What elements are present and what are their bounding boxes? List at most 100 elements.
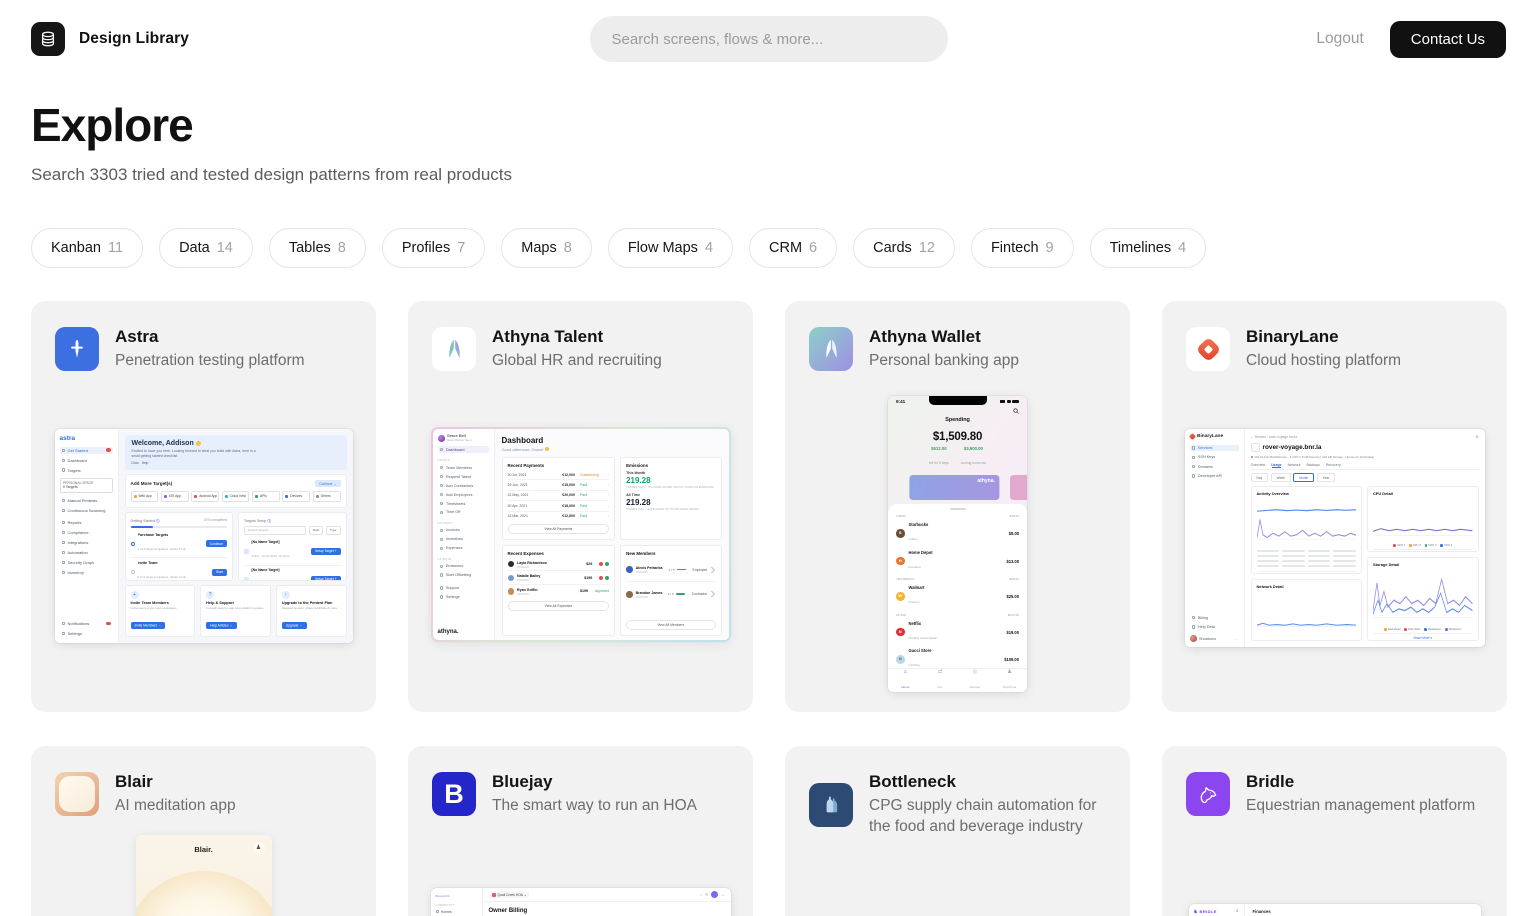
contact-us-button[interactable]: Contact Us xyxy=(1390,21,1506,58)
app-title: Bridle xyxy=(1246,772,1475,792)
app-card-blair[interactable]: Blair AI meditation app Blair. ♟ xyxy=(31,746,376,916)
app-card-athyna-wallet[interactable]: Athyna Wallet Personal banking app 9:41 … xyxy=(785,301,1130,712)
app-title: Bottleneck xyxy=(869,772,1106,792)
astra-thumbnail: astra Get Started Dashboard Targets PERS… xyxy=(55,429,353,643)
app-card-bluejay[interactable]: B Bluejay The smart way to run an HOA Bl… xyxy=(408,746,753,916)
filter-chip-fintech[interactable]: Fintech 9 xyxy=(971,228,1074,268)
filter-count: 12 xyxy=(919,240,935,256)
tab-pay: ⇄Pay xyxy=(923,669,958,693)
athyna-wallet-thumbnail: 9:41 Spending $1,509.80 $512.00left for … xyxy=(888,396,1027,692)
filter-chip-crm[interactable]: CRM 6 xyxy=(749,228,837,268)
app-card-bottleneck[interactable]: Bottleneck CPG supply chain automation f… xyxy=(785,746,1130,916)
filter-label: Cards xyxy=(873,240,912,256)
filter-count: 14 xyxy=(217,240,233,256)
app-title: BinaryLane xyxy=(1246,327,1401,347)
activity-stats xyxy=(1257,549,1357,569)
filter-label: Maps xyxy=(521,240,556,256)
search-icon xyxy=(1013,408,1019,414)
page-title: Explore xyxy=(31,98,1506,152)
top-bar: Design Library Logout Contact Us xyxy=(0,0,1537,78)
filter-chip-profiles[interactable]: Profiles7 xyxy=(382,228,485,268)
app-title: Bluejay xyxy=(492,772,697,792)
app-description: The smart way to run an HOA xyxy=(492,795,697,816)
secondary-card xyxy=(1010,475,1027,500)
page-subtitle: Search 3303 tried and tested design patt… xyxy=(31,165,1506,185)
binarylane-thumbnail: BinaryLane Services SSH Keys Domains Dev… xyxy=(1185,429,1485,647)
transactions-sheet: TODAY$18.00 SStarbucksCoffee$5.00 HHome … xyxy=(888,504,1027,692)
profile-icon: ♟ xyxy=(992,669,1027,675)
avatar xyxy=(711,891,718,898)
filter-label: Flow Maps xyxy=(628,240,698,256)
filter-label: CRM xyxy=(769,240,802,256)
filter-chip-data[interactable]: Data 14 xyxy=(159,228,253,268)
tab-manage: ◎Manage xyxy=(958,669,993,693)
filter-chips: Kanban11 Data14 Tables8 Profiles7 Maps8 … xyxy=(0,228,1537,268)
filter-chip-timelines[interactable]: Timelines4 xyxy=(1090,228,1207,268)
app-description: Equestrian management platform xyxy=(1246,795,1475,816)
filter-chip-kanban[interactable]: Kanban 11 xyxy=(31,228,143,268)
app-description: Cloud hosting platform xyxy=(1246,350,1401,371)
bluejay-thumbnail: BluejayHOA COMMUNITY Homes Quail Creek H… xyxy=(431,888,731,916)
filter-chip-tables[interactable]: Tables8 xyxy=(269,228,366,268)
filter-chip-flow-maps[interactable]: Flow Maps 4 xyxy=(608,228,733,268)
app-card-binarylane[interactable]: BinaryLane Cloud hosting platform Binary… xyxy=(1162,301,1507,712)
app-card-grid: Astra Penetration testing platform astra… xyxy=(31,301,1506,916)
wallet-tab-bar: ⌂Home ⇄Pay ◎Manage ♟MyAthyna xyxy=(888,668,1027,692)
tab-myathyna: ♟MyAthyna xyxy=(992,669,1027,693)
astra-app-icon xyxy=(55,327,99,371)
app-title: Astra xyxy=(115,327,305,347)
app-description: AI meditation app xyxy=(115,795,236,816)
filter-count: 9 xyxy=(1046,240,1054,256)
app-title: Blair xyxy=(115,772,236,792)
bell-icon: ○ xyxy=(700,893,702,897)
filter-count: 6 xyxy=(809,240,817,256)
brand-name: Design Library xyxy=(79,30,189,48)
astra-thumb-sidebar: astra Get Started Dashboard Targets PERS… xyxy=(55,429,119,643)
filter-label: Data xyxy=(179,240,210,256)
athyna-wallet-app-icon xyxy=(809,327,853,371)
search-input[interactable] xyxy=(590,16,948,62)
app-title: Athyna Talent xyxy=(492,327,662,347)
bottleneck-app-icon xyxy=(809,783,853,827)
app-title: Athyna Wallet xyxy=(869,327,1019,347)
app-card-bridle[interactable]: Bridle Equestrian management platform ♞ … xyxy=(1162,746,1507,916)
blair-app-icon xyxy=(55,772,99,816)
app-description: Personal banking app xyxy=(869,350,1019,371)
app-card-athyna-talent[interactable]: Athyna Talent Global HR and recruiting G… xyxy=(408,301,753,712)
talent-thumb-main: Dashboard Good afternoon, Grace! Recent … xyxy=(495,429,729,640)
app-description: Penetration testing platform xyxy=(115,350,305,371)
binarylane-thumb-main: ← Servers / rover-voyage.bnr.la⚙ rover-v… xyxy=(1245,429,1485,647)
brand[interactable]: Design Library xyxy=(31,22,189,56)
athyna-talent-app-icon xyxy=(432,327,476,371)
home-icon: ⌂ xyxy=(888,669,923,675)
athyna-card: athyna. xyxy=(909,475,999,500)
manage-icon: ◎ xyxy=(958,669,993,675)
bluejay-app-icon: B xyxy=(432,772,476,816)
design-library-logo-icon xyxy=(31,22,65,56)
pay-icon: ⇄ xyxy=(923,669,958,675)
filter-label: Fintech xyxy=(991,240,1039,256)
phone-notch xyxy=(929,396,987,405)
profile-icon: ♟ xyxy=(253,842,265,854)
hero: Explore Search 3303 tried and tested des… xyxy=(0,78,1537,185)
refresh-icon: ↻ xyxy=(705,892,708,897)
binarylane-app-icon xyxy=(1186,327,1230,371)
filter-count: 11 xyxy=(108,240,123,256)
filter-chip-cards[interactable]: Cards 12 xyxy=(853,228,955,268)
filter-chip-maps[interactable]: Maps8 xyxy=(501,228,592,268)
blair-thumbnail: Blair. ♟ xyxy=(136,835,272,916)
app-description: CPG supply chain automation for the food… xyxy=(869,795,1106,837)
filter-label: Kanban xyxy=(51,240,101,256)
collapse-icon: ↺ xyxy=(1235,909,1238,913)
app-card-astra[interactable]: Astra Penetration testing platform astra… xyxy=(31,301,376,712)
app-description: Global HR and recruiting xyxy=(492,350,662,371)
logout-link[interactable]: Logout xyxy=(1316,30,1363,48)
astra-thumb-main: Welcome, Addison Excited to have you her… xyxy=(119,429,353,643)
filter-label: Profiles xyxy=(402,240,450,256)
bridle-thumbnail: ♞ BRIDLE ↺ Finances xyxy=(1189,904,1481,916)
filter-label: Timelines xyxy=(1110,240,1172,256)
horse-icon: ♞ xyxy=(1194,909,1199,914)
filter-count: 8 xyxy=(338,240,346,256)
filter-count: 4 xyxy=(705,240,713,256)
talent-thumb-sidebar: Grace BellNever Before Seen Dashboard Pe… xyxy=(433,429,495,640)
